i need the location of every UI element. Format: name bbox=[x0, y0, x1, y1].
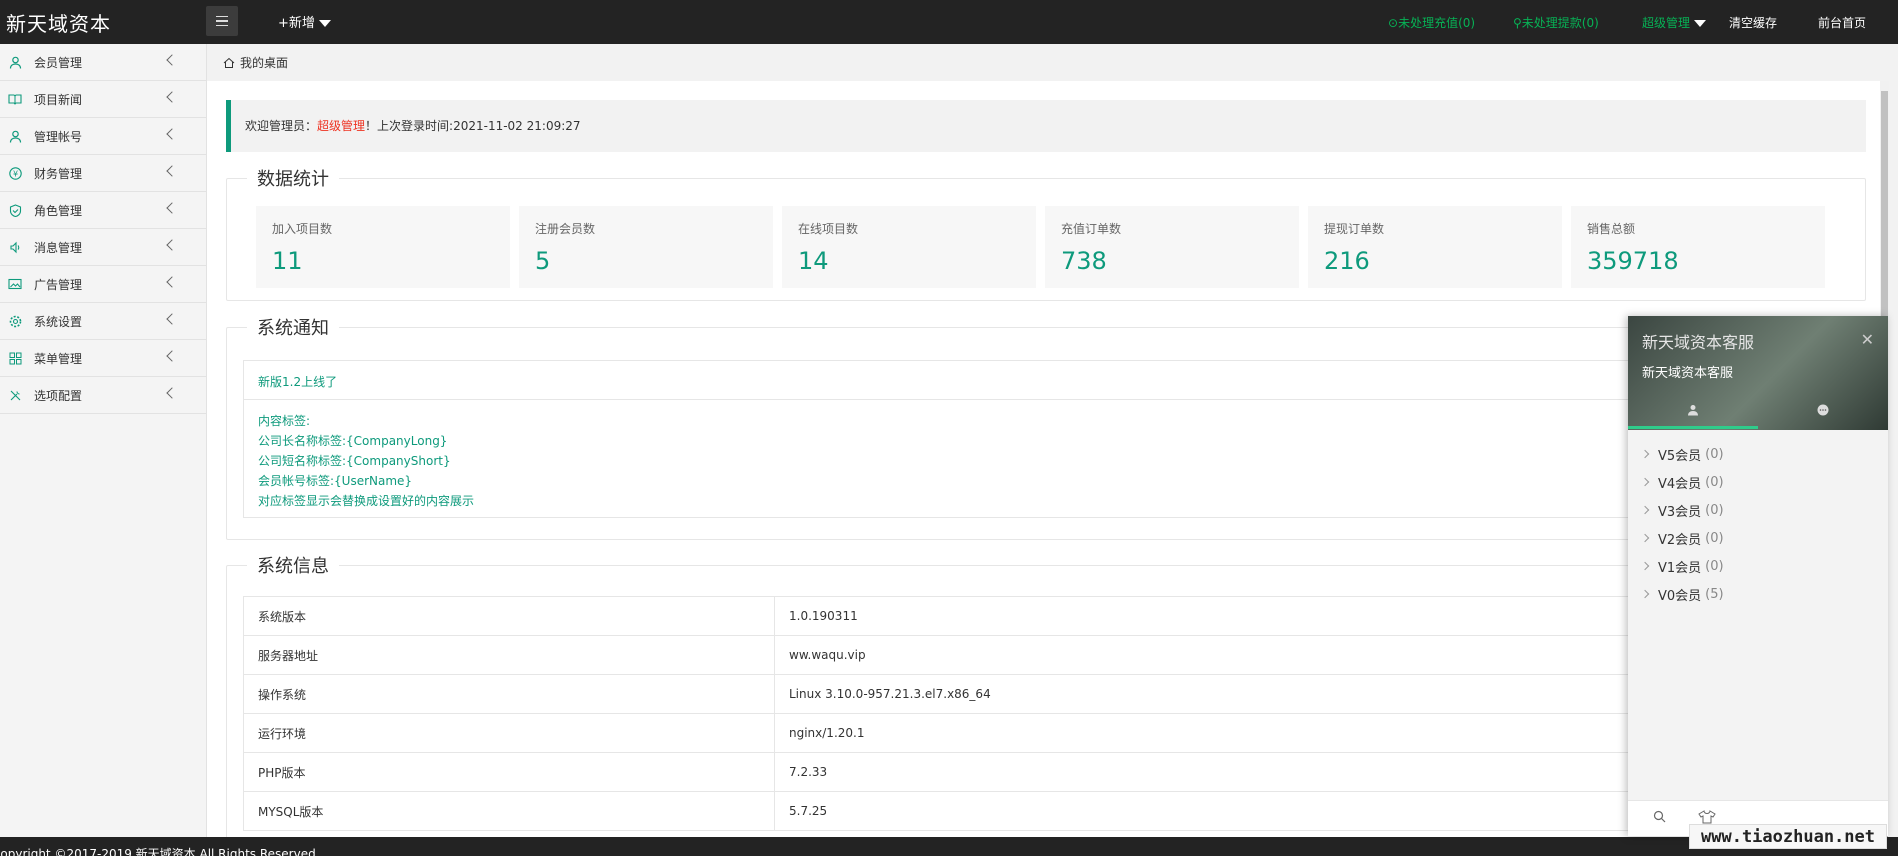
stat-card-withdraw-orders[interactable]: 提现订单数 216 bbox=[1308, 206, 1562, 288]
stat-card-projects-joined[interactable]: 加入项目数 11 bbox=[256, 206, 510, 288]
tools-icon bbox=[8, 388, 22, 402]
chevron-left-icon bbox=[166, 128, 178, 140]
sidebar-item-ads[interactable]: 广告管理 bbox=[0, 266, 206, 303]
chevron-left-icon bbox=[166, 276, 178, 288]
chevron-right-icon bbox=[1640, 505, 1650, 515]
list-item[interactable]: V4会员 (0) bbox=[1628, 468, 1888, 496]
sysinfo-table: 系统版本 1.0.190311 服务器地址 ww.waqu.vip 操作系统 Linu… bbox=[243, 596, 1683, 831]
chevron-left-icon bbox=[166, 239, 178, 251]
list-item[interactable]: V1会员 (0) bbox=[1628, 552, 1888, 580]
chevron-left-icon bbox=[166, 91, 178, 103]
book-icon bbox=[8, 92, 22, 106]
list-item[interactable]: V2会员 (0) bbox=[1628, 524, 1888, 552]
list-item[interactable]: V5会员 (0) bbox=[1628, 440, 1888, 468]
active-tab-indicator bbox=[1628, 426, 1758, 429]
chevron-left-icon bbox=[166, 202, 178, 214]
new-label: +新增 bbox=[278, 16, 315, 31]
person-icon bbox=[1688, 405, 1698, 416]
yen-icon: ¥ bbox=[8, 166, 22, 180]
customer-service-chat: 新天域资本客服 ✕ 新天域资本客服 V5会员 (0) V4会员 (0) V3会员 (0… bbox=[1628, 316, 1888, 836]
table-row: 操作系统 Linux 3.10.0-957.21.3.el7.x86_64 bbox=[243, 674, 1683, 714]
caret-down-icon bbox=[318, 20, 331, 27]
clock-icon: ⊙ bbox=[1388, 16, 1399, 30]
sidebar-item-members[interactable]: 会员管理 bbox=[0, 44, 206, 81]
sidebar-item-roles[interactable]: 角色管理 bbox=[0, 192, 206, 229]
app-logo[interactable]: 新天域资本 bbox=[6, 8, 111, 37]
tab-contacts[interactable] bbox=[1628, 396, 1758, 424]
watermark: www.tiaozhuan.net bbox=[1689, 824, 1887, 849]
table-row: 系统版本 1.0.190311 bbox=[243, 596, 1683, 636]
admin-dropdown[interactable]: 超级管理 bbox=[1642, 14, 1707, 31]
chat-title: 新天域资本客服 bbox=[1642, 333, 1755, 352]
table-row: 服务器地址 ww.waqu.vip bbox=[243, 635, 1683, 675]
location-icon: ⚲ bbox=[1513, 16, 1522, 30]
frontend-home-link[interactable]: 前台首页 bbox=[1818, 14, 1866, 31]
admin-user-icon bbox=[8, 129, 22, 143]
sidebar-item-finance[interactable]: ¥ 财务管理 bbox=[0, 155, 206, 192]
sidebar-item-news[interactable]: 项目新闻 bbox=[0, 81, 206, 118]
stat-card-registered-members[interactable]: 注册会员数 5 bbox=[519, 206, 773, 288]
tab-messages[interactable] bbox=[1758, 396, 1888, 424]
image-icon bbox=[8, 277, 22, 291]
hamburger-icon bbox=[216, 15, 228, 18]
close-icon[interactable]: ✕ bbox=[1861, 330, 1874, 349]
chat-subtitle: 新天域资本客服 bbox=[1642, 366, 1734, 381]
chevron-left-icon bbox=[166, 165, 178, 177]
notice-body: 内容标签: 公司长名称标签:{CompanyLong} 公司短名称标签:{Com… bbox=[258, 414, 475, 508]
notice-headline[interactable]: 新版1.2上线了 bbox=[244, 361, 1682, 400]
breadcrumb-home[interactable]: 我的桌面 bbox=[223, 54, 288, 71]
stat-card-recharge-orders[interactable]: 充值订单数 738 bbox=[1045, 206, 1299, 288]
speaker-icon bbox=[8, 240, 22, 254]
chevron-left-icon bbox=[166, 387, 178, 399]
notice-card: 新版1.2上线了 内容标签: 公司长名称标签:{CompanyLong} 公司短… bbox=[243, 360, 1683, 518]
chevron-left-icon bbox=[166, 313, 178, 325]
chat-bubble-icon bbox=[1817, 404, 1829, 416]
contact-group-list: V5会员 (0) V4会员 (0) V3会员 (0) V2会员 (0) V1会员 (0) … bbox=[1628, 440, 1888, 608]
sidebar-toggle-button[interactable] bbox=[206, 6, 238, 36]
clear-cache-link[interactable]: 清空缓存 bbox=[1729, 14, 1777, 31]
admin-name: 超级管理 bbox=[317, 119, 366, 133]
svg-text:¥: ¥ bbox=[12, 169, 17, 178]
sidebar-item-admin-accounts[interactable]: 管理帐号 bbox=[0, 118, 206, 155]
stats-title: 数据统计 bbox=[257, 169, 329, 190]
chevron-right-icon bbox=[1640, 477, 1650, 487]
sidebar-item-menus[interactable]: 菜单管理 bbox=[0, 340, 206, 377]
sysinfo-title: 系统信息 bbox=[257, 556, 329, 577]
chevron-right-icon bbox=[1640, 561, 1650, 571]
top-bar: 新天域资本 +新增 ⊙未处理充值(0) ⚲未处理提款(0) 超级管理 清空缓存 … bbox=[0, 0, 1898, 44]
welcome-banner: 欢迎管理员：超级管理！上次登录时间:2021-11-02 21:09:27 bbox=[226, 100, 1866, 152]
table-row: MYSQL版本 5.7.25 bbox=[243, 791, 1683, 831]
stat-card-online-projects[interactable]: 在线项目数 14 bbox=[782, 206, 1036, 288]
new-dropdown[interactable]: +新增 bbox=[278, 12, 331, 31]
home-icon bbox=[223, 57, 235, 68]
chevron-left-icon bbox=[166, 54, 178, 66]
chevron-right-icon bbox=[1640, 589, 1650, 599]
sidebar-item-options[interactable]: 选项配置 bbox=[0, 377, 206, 414]
table-row: 运行环境 nginx/1.20.1 bbox=[243, 713, 1683, 753]
gear-icon bbox=[8, 314, 22, 328]
stat-card-total-sales[interactable]: 销售总额 359718 bbox=[1571, 206, 1825, 288]
copyright-text: Copyright ©2017-2019 新天域资本 All Rights Re… bbox=[0, 847, 316, 856]
chevron-right-icon bbox=[1640, 449, 1650, 459]
caret-down-icon bbox=[1694, 20, 1707, 27]
user-icon bbox=[8, 55, 22, 69]
list-item[interactable]: V3会员 (0) bbox=[1628, 496, 1888, 524]
footer-bar: Copyright ©2017-2019 新天域资本 All Rights Re… bbox=[0, 837, 1898, 856]
search-icon[interactable] bbox=[1653, 810, 1666, 827]
list-item[interactable]: V0会员 (5) bbox=[1628, 580, 1888, 608]
unprocessed-recharge-link[interactable]: ⊙未处理充值(0) bbox=[1388, 14, 1475, 31]
sidebar-item-messages[interactable]: 消息管理 bbox=[0, 229, 206, 266]
chevron-left-icon bbox=[166, 350, 178, 362]
breadcrumb: 我的桌面 bbox=[207, 44, 1889, 81]
grid-icon bbox=[8, 351, 22, 365]
sidebar-item-system-settings[interactable]: 系统设置 bbox=[0, 303, 206, 340]
chevron-right-icon bbox=[1640, 533, 1650, 543]
unprocessed-withdraw-link[interactable]: ⚲未处理提款(0) bbox=[1513, 14, 1599, 31]
sidebar: 会员管理 项目新闻 管理帐号 ¥ 财务管理 角色管理 消息管理 广告管理 系统设… bbox=[0, 44, 207, 837]
shield-icon bbox=[8, 203, 22, 217]
notice-title: 系统通知 bbox=[257, 318, 329, 339]
table-row: PHP版本 7.2.33 bbox=[243, 752, 1683, 792]
chat-header: 新天域资本客服 ✕ 新天域资本客服 bbox=[1628, 316, 1888, 430]
